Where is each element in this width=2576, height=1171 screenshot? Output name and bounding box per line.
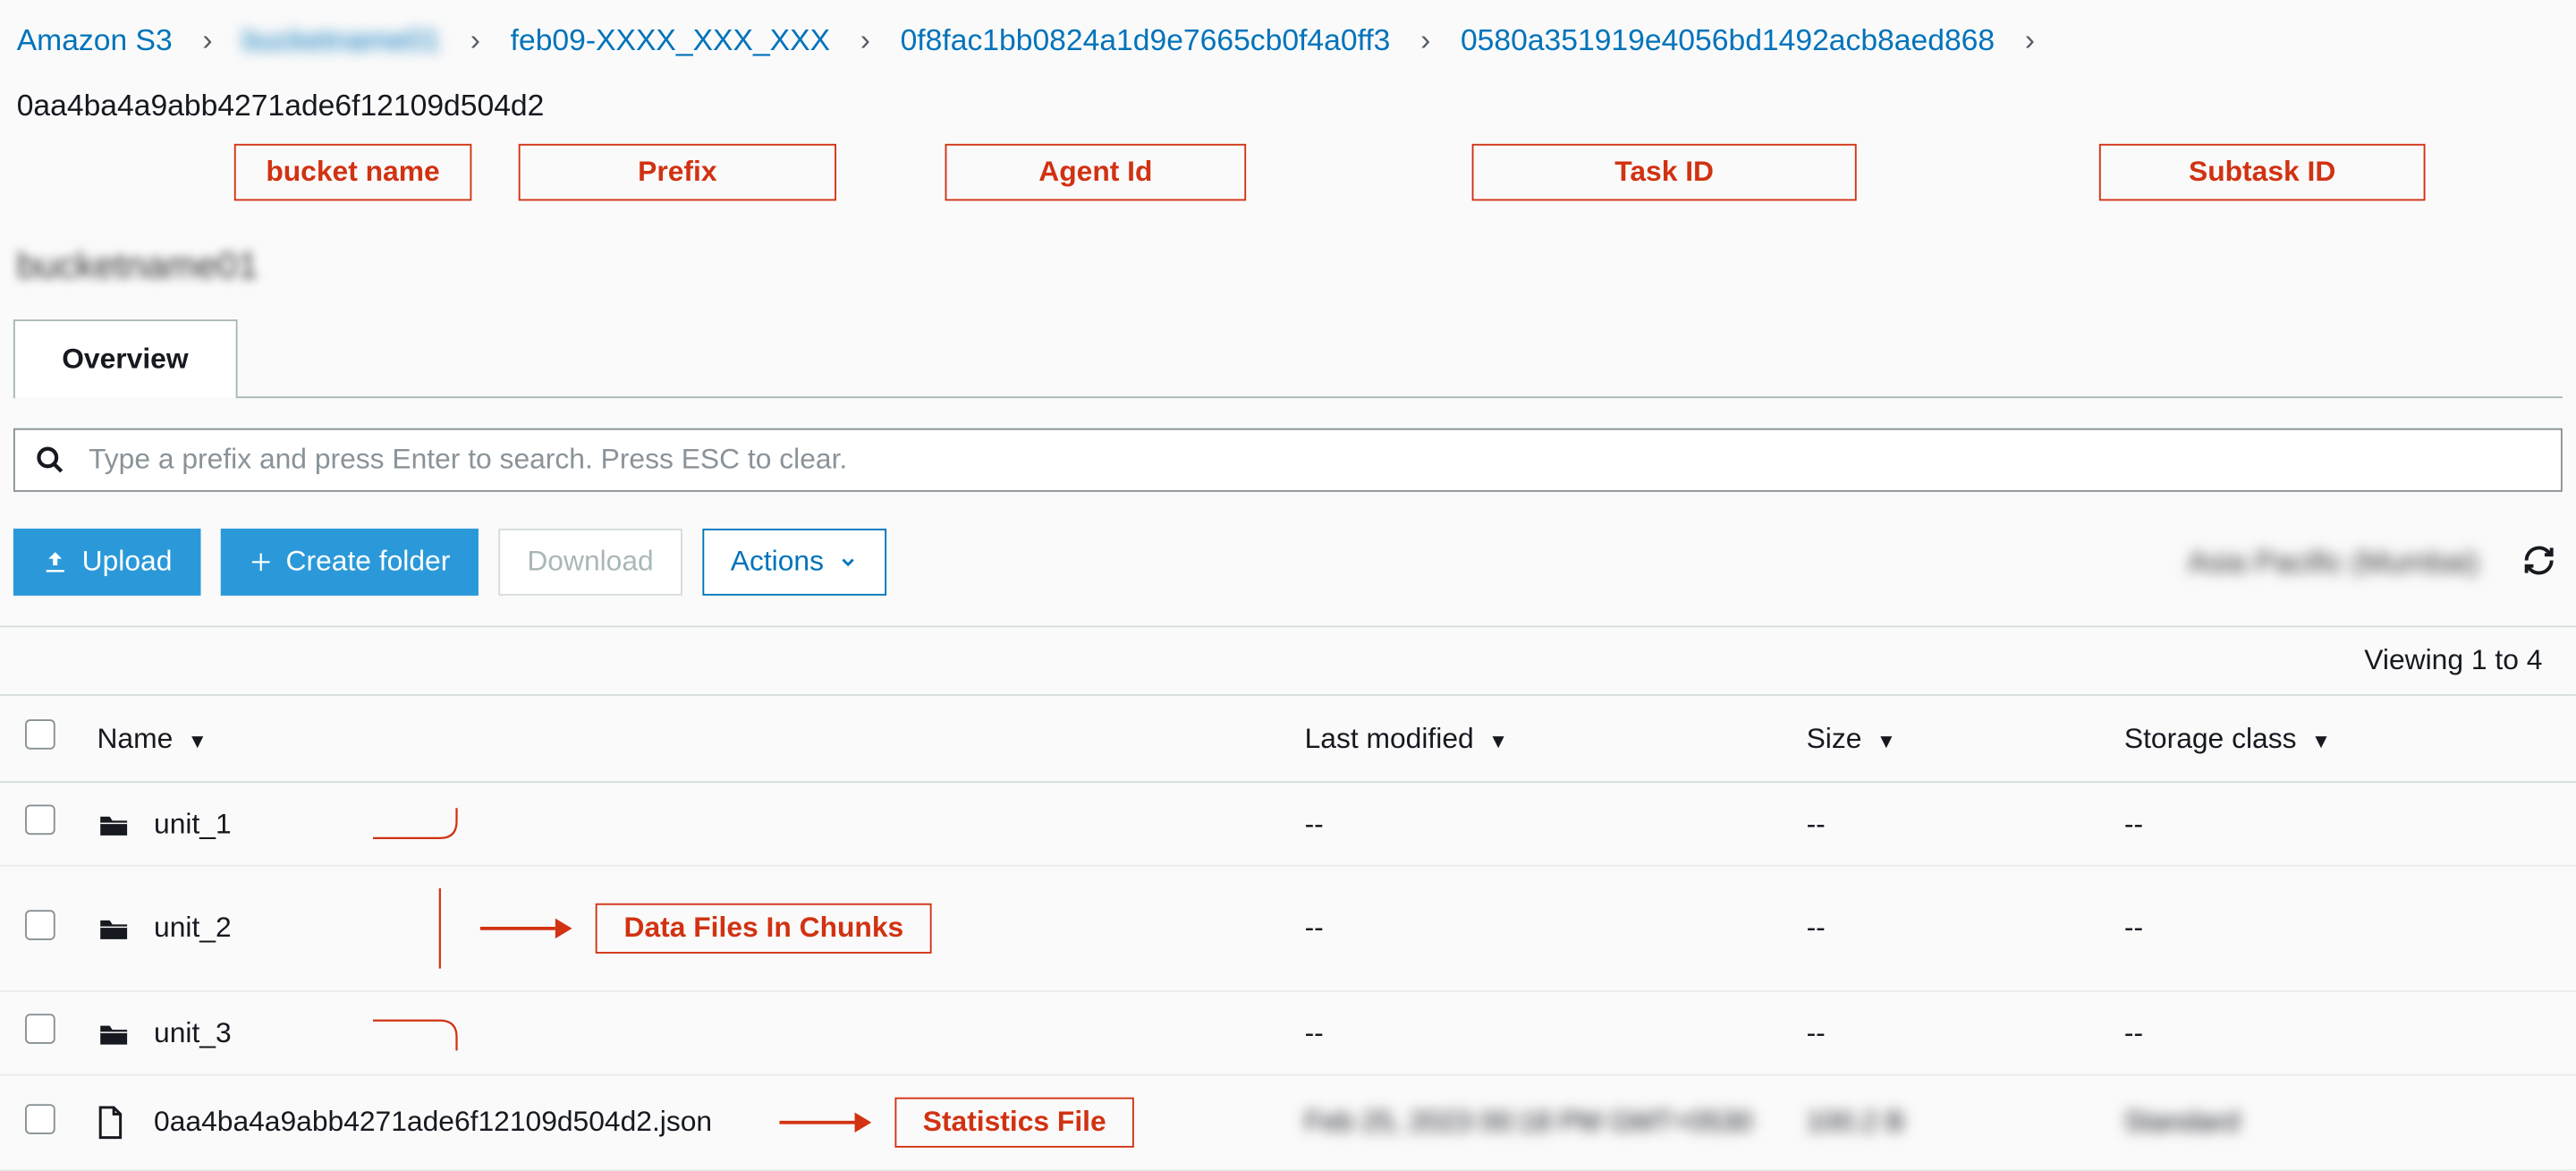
annotation-prefix: Prefix (519, 144, 836, 201)
annotation-agent: Agent Id (945, 144, 1247, 201)
cell-size: -- (1790, 782, 2107, 866)
column-storage-class[interactable]: Storage class ▼ (2107, 696, 2576, 782)
bracket-annotation (365, 807, 465, 840)
object-name[interactable]: unit_3 (154, 1016, 232, 1049)
cell-last-modified: -- (1288, 782, 1790, 866)
toolbar: Upload Create folder Download Actions As… (0, 529, 2576, 625)
cell-storage-class: -- (2107, 991, 2576, 1075)
cell-size: -- (1790, 991, 2107, 1075)
table-row[interactable]: unit_3 -- -- -- (0, 991, 2576, 1075)
folder-icon (97, 1020, 130, 1047)
column-size[interactable]: Size ▼ (1790, 696, 2107, 782)
search-icon (35, 445, 65, 475)
breadcrumb-prefix[interactable]: feb09-XXXX_XXX_XXX (511, 23, 830, 58)
cell-storage-class: Standard (2107, 1074, 2576, 1170)
refresh-button[interactable] (2515, 536, 2562, 588)
search-bar[interactable] (13, 429, 2563, 492)
cell-storage-class: -- (2107, 782, 2576, 866)
actions-button[interactable]: Actions (702, 529, 886, 596)
object-name[interactable]: unit_1 (154, 807, 232, 840)
cell-last-modified: Feb 25, 2023 00:18 PM GMT+0530 (1288, 1074, 1790, 1170)
page-title: bucketname01 (17, 244, 2576, 288)
upload-button[interactable]: Upload (13, 529, 200, 596)
annotation-stats: Statistics File (894, 1098, 1135, 1148)
annotation-chunks: Data Files In Chunks (596, 904, 932, 954)
sort-caret-icon: ▼ (188, 728, 208, 751)
upload-icon (42, 548, 69, 575)
tab-overview[interactable]: Overview (13, 319, 237, 398)
bracket-annotation (365, 1016, 465, 1049)
breadcrumb-task-id[interactable]: 0580a351919e4056bd1492acb8aed868 (1461, 23, 1995, 58)
file-icon (97, 1106, 130, 1139)
table-row[interactable]: unit_2 Data Files In Chunks -- -- -- (0, 866, 2576, 991)
breadcrumb-root[interactable]: Amazon S3 (17, 23, 173, 58)
search-input[interactable] (89, 444, 2540, 477)
sort-caret-icon: ▼ (1877, 728, 1896, 751)
cell-size: -- (1790, 866, 2107, 991)
breadcrumb-separator: › (470, 23, 480, 58)
object-table: Viewing 1 to 4 Name ▼ Last modified ▼ Si… (0, 625, 2576, 1171)
breadcrumb-separator: › (2025, 23, 2035, 58)
folder-icon (97, 915, 130, 942)
breadcrumb: Amazon S3 › bucketname01 › feb09-XXXX_XX… (0, 0, 2576, 134)
breadcrumb-agent-id[interactable]: 0f8fac1bb0824a1d9e7665cb0f4a0ff3 (901, 23, 1391, 58)
breadcrumb-separator: › (1420, 23, 1430, 58)
annotation-row: bucket name Prefix Agent Id Task ID Subt… (0, 144, 2576, 228)
breadcrumb-bucket[interactable]: bucketname01 (242, 23, 440, 58)
chevron-down-icon (837, 552, 857, 572)
object-name[interactable]: unit_2 (154, 912, 232, 945)
refresh-icon (2522, 543, 2555, 576)
row-checkbox[interactable] (25, 909, 55, 939)
sort-caret-icon: ▼ (1488, 728, 1508, 751)
column-name[interactable]: Name ▼ (80, 696, 1288, 782)
column-last-modified[interactable]: Last modified ▼ (1288, 696, 1790, 782)
breadcrumb-separator: › (860, 23, 870, 58)
annotation-subtask: Subtask ID (2099, 144, 2426, 201)
cell-size: 100.2 B (1790, 1074, 2107, 1170)
breadcrumb-separator: › (202, 23, 212, 58)
breadcrumb-subtask-id: 0aa4ba4a9abb4271ade6f12109d504d2 (17, 89, 545, 123)
arrow-right-icon (779, 1111, 871, 1134)
annotation-task: Task ID (1472, 144, 1857, 201)
viewing-range: Viewing 1 to 4 (0, 627, 2576, 696)
table-row[interactable]: 0aa4ba4a9abb4271ade6f12109d504d2.json St… (0, 1074, 2576, 1170)
annotation-bucket: bucket name (234, 144, 471, 201)
arrow-right-icon (480, 917, 572, 940)
row-checkbox[interactable] (25, 1014, 55, 1044)
tabs: Overview (13, 318, 2563, 398)
region-label: Asia Pacific (Mumbai) (2188, 545, 2479, 580)
cell-last-modified: -- (1288, 991, 1790, 1075)
table-row[interactable]: unit_1 -- -- -- (0, 782, 2576, 866)
sort-caret-icon: ▼ (2311, 728, 2331, 751)
select-all-header[interactable] (0, 696, 80, 782)
create-folder-button[interactable]: Create folder (221, 529, 479, 596)
bracket-annotation (423, 888, 456, 969)
object-name[interactable]: 0aa4ba4a9abb4271ade6f12109d504d2.json (154, 1106, 712, 1139)
row-checkbox[interactable] (25, 804, 55, 835)
folder-icon (97, 810, 130, 837)
download-button: Download (499, 529, 682, 596)
row-checkbox[interactable] (25, 1103, 55, 1133)
plus-icon (249, 550, 272, 573)
cell-storage-class: -- (2107, 866, 2576, 991)
cell-last-modified: -- (1288, 866, 1790, 991)
